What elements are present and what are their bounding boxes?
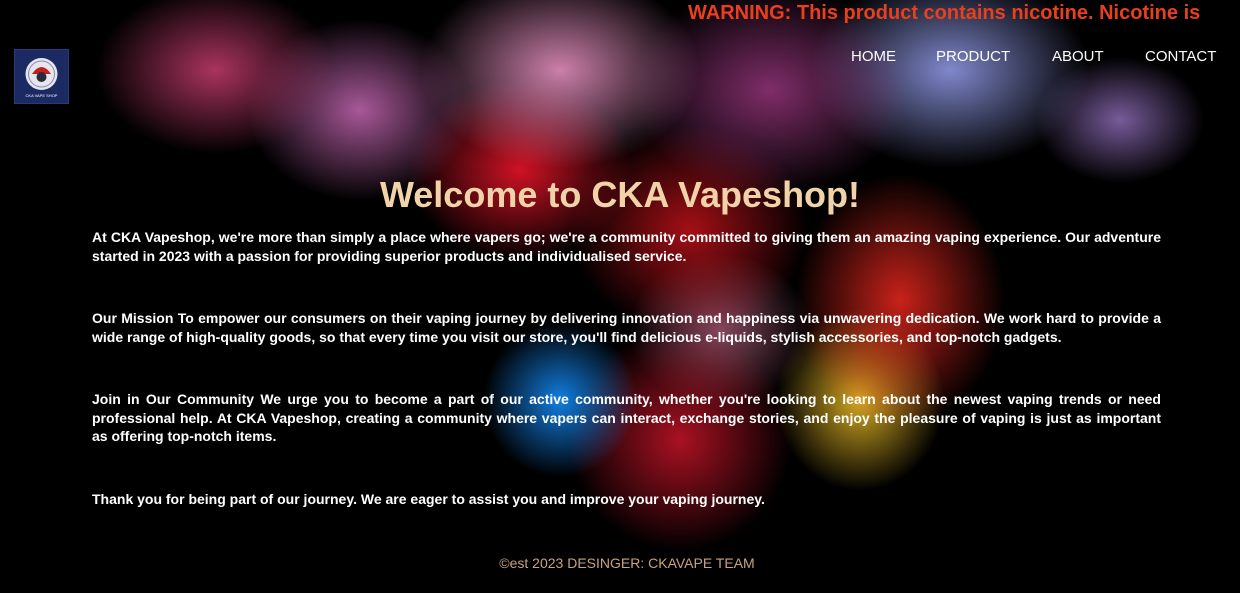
nav-home-link[interactable]: HOME [851,48,896,65]
nav-product-link[interactable]: PRODUCT [936,48,1010,65]
thank-you-paragraph: Thank you for being part of our journey.… [92,490,765,507]
about-content: At CKA Vapeshop, we're more than simply … [92,228,1161,552]
svg-text:CKA VAPE SHOP: CKA VAPE SHOP [26,93,58,98]
mission-paragraph: Our Mission To empower our consumers on … [92,310,1161,345]
nav-contact-link[interactable]: CONTACT [1145,48,1216,65]
footer-credit: ©est 2023 DESINGER: CKAVAPE TEAM [499,555,755,571]
main-navigation: HOME PRODUCT ABOUT CONTACT [0,48,1240,68]
nicotine-warning-marquee: WARNING: This product contains nicotine.… [688,2,1201,24]
page-title: Welcome to CKA Vapeshop! [379,174,861,215]
nav-about-link[interactable]: ABOUT [1052,48,1104,65]
community-paragraph: Join in Our Community We urge you to bec… [92,391,1161,444]
intro-paragraph: At CKA Vapeshop, we're more than simply … [92,229,1161,264]
